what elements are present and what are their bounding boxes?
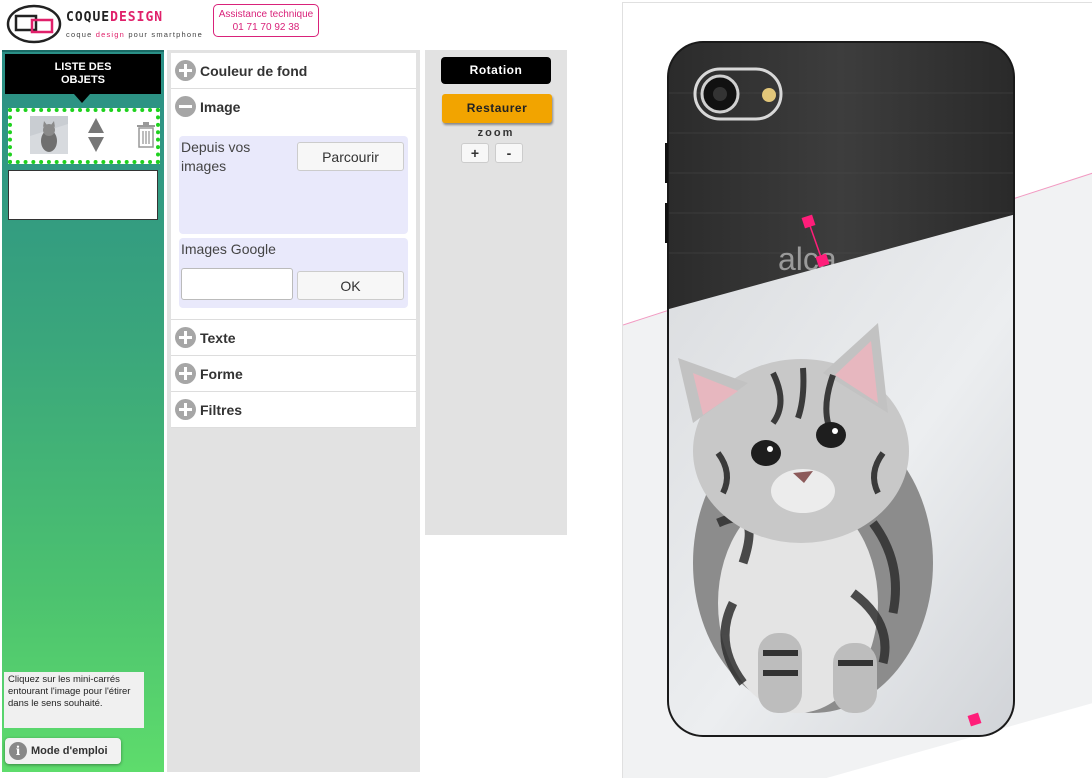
user-manual-button[interactable]: i Mode d'emploi <box>5 738 121 764</box>
restore-button[interactable]: Restaurer <box>442 94 552 123</box>
google-search-input[interactable] <box>181 268 293 300</box>
rotation-button[interactable]: Rotation <box>441 57 551 84</box>
tools-panel: Couleur de fond Image Depuis vos images … <box>167 50 420 772</box>
help-note: Cliquez sur les mini-carrés entourant l'… <box>4 672 144 728</box>
upload-box: Depuis vos images Parcourir <box>179 136 408 234</box>
support-contact[interactable]: Assistance technique 01 71 70 92 38 <box>213 4 319 37</box>
section-image-label: Image <box>200 98 241 115</box>
section-text-label: Texte <box>200 329 236 346</box>
support-title: Assistance technique <box>218 9 314 20</box>
google-images-label: Images Google <box>181 241 276 257</box>
section-shape[interactable]: Forme <box>171 356 416 392</box>
user-manual-label: Mode d'emploi <box>31 745 108 757</box>
section-shape-label: Forme <box>200 365 243 382</box>
section-filters-label: Filtres <box>200 401 243 418</box>
object-item-image[interactable] <box>8 108 160 164</box>
section-image: Image Depuis vos images Parcourir Images… <box>171 89 416 320</box>
transform-controls: Rotation Restaurer zoom + - <box>425 50 567 535</box>
brand-tagline: coque design pour smartphone <box>66 30 204 39</box>
objects-sidebar: LISTE DES OBJETS Cliquez sur les mini-ca… <box>2 50 164 772</box>
site-logo[interactable]: COQUEDESIGN coque design pour smartphone <box>6 4 211 46</box>
phone-preview: alca <box>623 41 1092 778</box>
section-text[interactable]: Texte <box>171 320 416 356</box>
info-icon: i <box>9 742 27 760</box>
section-background-label: Couleur de fond <box>200 62 308 79</box>
expand-plus-icon <box>175 363 196 384</box>
brand-name: COQUEDESIGN <box>66 10 164 25</box>
collapse-minus-icon <box>175 96 196 117</box>
google-images-box: Images Google OK <box>179 238 408 308</box>
caret-down-icon <box>74 94 90 103</box>
kitten-thumbnail <box>30 116 68 154</box>
zoom-label: zoom <box>477 127 515 139</box>
upload-label: Depuis vos images <box>181 139 251 174</box>
section-background-color[interactable]: Couleur de fond <box>171 53 416 89</box>
objects-list-title: LISTE DES OBJETS <box>5 54 161 94</box>
section-image-header[interactable]: Image <box>171 89 416 124</box>
logo-mark-icon <box>6 4 62 44</box>
support-phone: 01 71 70 92 38 <box>232 22 300 33</box>
google-ok-button[interactable]: OK <box>297 271 404 300</box>
trash-icon[interactable] <box>136 122 156 148</box>
expand-plus-icon <box>175 60 196 81</box>
reorder-arrows-icon[interactable] <box>88 118 104 152</box>
object-slot-empty[interactable] <box>8 170 158 220</box>
zoom-out-button[interactable]: - <box>495 143 523 163</box>
design-canvas[interactable]: alca <box>622 2 1092 778</box>
zoom-in-button[interactable]: + <box>461 143 489 163</box>
section-filters[interactable]: Filtres <box>171 392 416 428</box>
expand-plus-icon <box>175 399 196 420</box>
browse-button[interactable]: Parcourir <box>297 142 404 171</box>
expand-plus-icon <box>175 327 196 348</box>
